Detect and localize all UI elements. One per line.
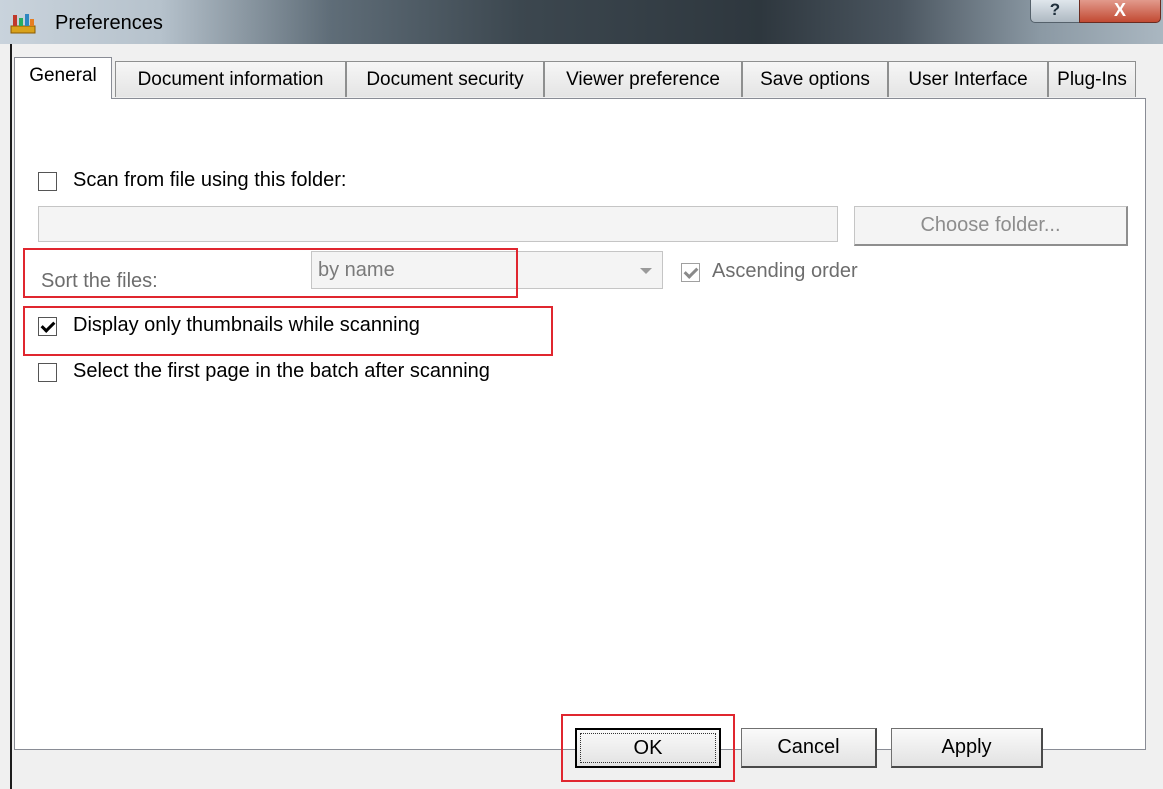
ascending-order-label: Ascending order [712,260,858,282]
ok-button[interactable]: OK [575,728,721,768]
tab-viewer-preference[interactable]: Viewer preference [544,61,742,97]
ascending-order-checkbox[interactable] [681,263,700,282]
sort-files-select[interactable]: by name [311,251,663,289]
tab-document-information[interactable]: Document information [115,61,346,97]
folder-path-field[interactable] [38,206,838,242]
scan-folder-label: Scan from file using this folder: [73,169,347,191]
help-button[interactable]: ? [1030,0,1080,23]
thumbnails-only-checkbox[interactable] [38,317,57,336]
scan-folder-checkbox[interactable] [38,172,57,191]
choose-folder-button[interactable]: Choose folder... [854,206,1128,246]
sort-files-value: by name [318,259,395,281]
app-icon [10,14,36,34]
general-panel: Scan from file using this folder: Choose… [14,98,1146,750]
title-bar[interactable]: Preferences ? X [0,0,1163,44]
select-first-page-label: Select the first page in the batch after… [73,360,490,382]
dialog-body: General Document information Document se… [0,44,1163,789]
apply-button[interactable]: Apply [891,728,1043,768]
tab-plug-ins[interactable]: Plug-Ins [1048,61,1136,97]
close-button[interactable]: X [1079,0,1161,23]
sort-files-label: Sort the files: [41,270,158,292]
select-first-page-checkbox[interactable] [38,363,57,382]
tab-save-options[interactable]: Save options [742,61,888,97]
tab-user-interface[interactable]: User Interface [888,61,1048,97]
tab-general[interactable]: General [14,57,112,99]
thumbnails-only-label: Display only thumbnails while scanning [73,314,420,336]
chevron-down-icon [640,268,652,274]
window-title: Preferences [55,12,163,34]
cancel-button[interactable]: Cancel [741,728,877,768]
tab-document-security[interactable]: Document security [346,61,544,97]
